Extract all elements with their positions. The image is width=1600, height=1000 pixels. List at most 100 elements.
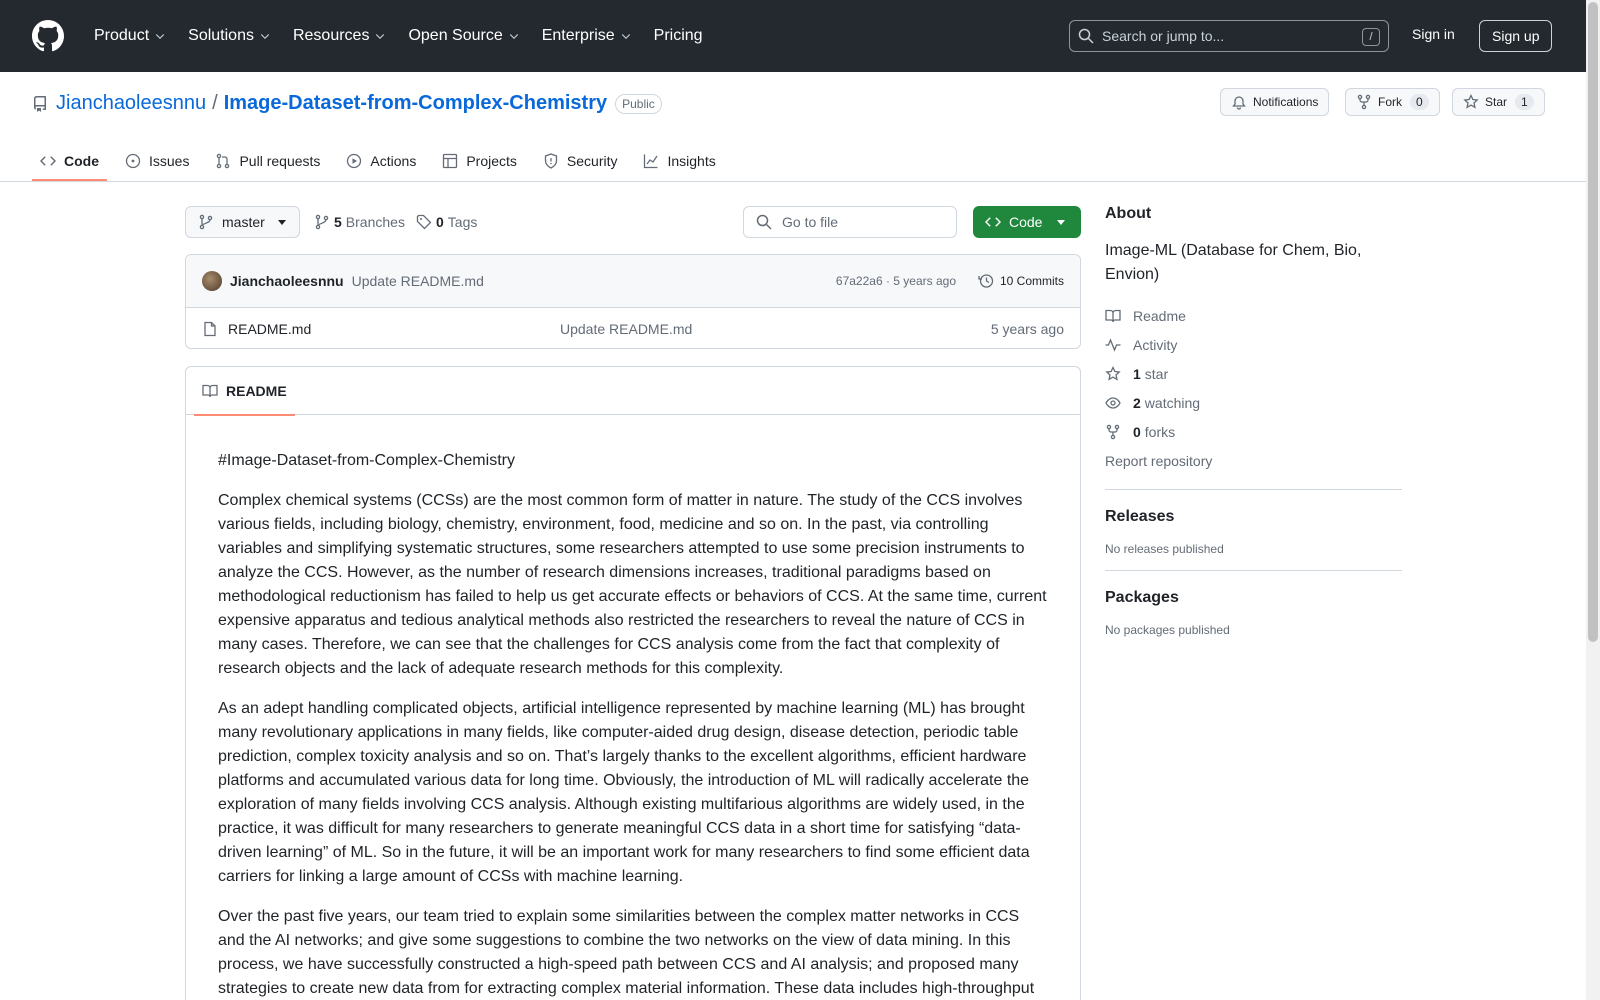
go-to-file-input[interactable]: Go to file bbox=[743, 206, 957, 238]
star-count: 1 bbox=[1515, 94, 1534, 110]
nav-open-source[interactable]: Open Source bbox=[400, 27, 527, 45]
tab-label: Insights bbox=[667, 153, 716, 169]
packages-empty-text: No packages published bbox=[1105, 623, 1230, 637]
stars-count: 1 bbox=[1133, 365, 1141, 382]
fork-button[interactable]: Fork 0 bbox=[1345, 88, 1440, 116]
shield-icon bbox=[544, 153, 558, 169]
chevron-down-icon bbox=[509, 34, 518, 40]
book-icon bbox=[1105, 309, 1121, 322]
nav-enterprise[interactable]: Enterprise bbox=[534, 27, 640, 45]
watching-count: 2 bbox=[1133, 394, 1141, 411]
scrollbar-thumb[interactable] bbox=[1588, 2, 1598, 642]
nav-solutions[interactable]: Solutions bbox=[180, 27, 279, 45]
readme-tab[interactable]: README bbox=[194, 367, 295, 416]
watchers-link[interactable]: 2 watching bbox=[1105, 388, 1402, 417]
latest-commit-row: Jianchaoleesnnu Update README.md 67a22a6… bbox=[186, 255, 1080, 308]
branches-label: Branches bbox=[345, 214, 405, 230]
nav-pricing[interactable]: Pricing bbox=[646, 27, 711, 45]
branch-icon bbox=[199, 214, 213, 230]
branches-link[interactable]: 5 Branches bbox=[314, 214, 405, 230]
commit-author-link[interactable]: Jianchaoleesnnu bbox=[230, 273, 344, 289]
signup-button[interactable]: Sign up bbox=[1479, 20, 1553, 52]
stars-link[interactable]: 1 star bbox=[1105, 359, 1402, 388]
repo-owner-link[interactable]: Jianchaoleesnnu bbox=[56, 92, 206, 115]
tab-label: Pull requests bbox=[239, 153, 321, 169]
tab-insights[interactable]: Insights bbox=[635, 142, 723, 180]
caret-down-icon bbox=[1057, 220, 1066, 225]
tab-security[interactable]: Security bbox=[535, 142, 626, 180]
issue-icon bbox=[125, 153, 141, 169]
repo-separator: / bbox=[212, 92, 218, 114]
search-input[interactable]: Search or jump to... / bbox=[1069, 20, 1389, 52]
notifications-button[interactable]: Notifications bbox=[1220, 88, 1330, 116]
tag-icon bbox=[416, 214, 432, 230]
activity-link-label: Activity bbox=[1133, 336, 1178, 353]
fork-icon bbox=[1106, 424, 1120, 439]
tab-projects[interactable]: Projects bbox=[434, 142, 525, 180]
readme-paragraph: Over the past five years, our team tried… bbox=[218, 908, 1035, 997]
code-icon bbox=[985, 217, 1001, 227]
eye-icon bbox=[1105, 396, 1121, 409]
file-name-link[interactable]: README.md bbox=[228, 321, 311, 337]
tab-issues[interactable]: Issues bbox=[117, 142, 197, 180]
star-icon bbox=[1105, 365, 1121, 381]
tab-actions[interactable]: Actions bbox=[338, 142, 424, 180]
about-title: About bbox=[1105, 205, 1152, 222]
readme-paragraph: Complex chemical systems (CCSs) are the … bbox=[218, 492, 1047, 677]
stars-label: star bbox=[1144, 365, 1169, 382]
chevron-down-icon bbox=[376, 34, 385, 40]
code-dropdown-button[interactable]: Code bbox=[973, 206, 1081, 238]
activity-link[interactable]: Activity bbox=[1105, 330, 1402, 359]
nav-product[interactable]: Product bbox=[86, 27, 174, 45]
fork-icon bbox=[1357, 94, 1371, 110]
signin-link[interactable]: Sign in bbox=[1412, 26, 1455, 42]
caret-down-icon bbox=[277, 220, 286, 225]
file-list: Jianchaoleesnnu Update README.md 67a22a6… bbox=[185, 254, 1081, 349]
search-shortcut-key: / bbox=[1362, 28, 1380, 46]
commit-message-link[interactable]: Update README.md bbox=[352, 273, 484, 289]
graph-icon bbox=[644, 154, 659, 169]
nav-label: Pricing bbox=[653, 27, 703, 44]
forks-count: 0 bbox=[1133, 423, 1141, 440]
tab-label: Security bbox=[566, 153, 618, 169]
tab-pull-requests[interactable]: Pull requests bbox=[207, 142, 328, 180]
star-icon bbox=[1463, 94, 1479, 109]
star-button[interactable]: Star 1 bbox=[1452, 88, 1545, 116]
file-commit-message-link[interactable]: Update README.md bbox=[560, 321, 692, 337]
nav-resources[interactable]: Resources bbox=[285, 27, 394, 45]
go-to-file-placeholder: Go to file bbox=[782, 214, 839, 230]
readme-content: #Image-Dataset-from-Complex-Chemistry Co… bbox=[186, 415, 1080, 1000]
file-commit-time: 5 years ago bbox=[990, 321, 1064, 337]
releases-title[interactable]: Releases bbox=[1105, 508, 1402, 526]
forks-link[interactable]: 0 forks bbox=[1105, 417, 1402, 446]
pull-request-icon bbox=[217, 153, 230, 169]
repo-header: Jianchaoleesnnu / Image-Dataset-from-Com… bbox=[0, 72, 1600, 182]
branches-count: 5 bbox=[334, 214, 342, 230]
book-icon bbox=[202, 384, 218, 398]
packages-title[interactable]: Packages bbox=[1105, 589, 1402, 607]
visibility-badge: Public bbox=[615, 93, 662, 114]
notifications-label: Notifications bbox=[1253, 95, 1319, 109]
file-icon bbox=[204, 321, 216, 337]
commits-link[interactable]: 10 Commits bbox=[978, 273, 1064, 289]
report-repository-link[interactable]: Report repository bbox=[1105, 446, 1402, 475]
readme-link-label: Readme bbox=[1133, 307, 1186, 324]
branch-select-button[interactable]: master bbox=[185, 206, 300, 238]
pulse-icon bbox=[1105, 337, 1121, 352]
chevron-down-icon bbox=[260, 34, 270, 40]
tags-link[interactable]: 0 Tags bbox=[416, 214, 477, 230]
repo-title: Jianchaoleesnnu / Image-Dataset-from-Com… bbox=[32, 92, 662, 115]
github-logo-icon[interactable] bbox=[32, 20, 64, 52]
repo-name-link[interactable]: Image-Dataset-from-Complex-Chemistry bbox=[224, 92, 607, 115]
history-icon bbox=[978, 274, 994, 288]
top-nav: Product Solutions Resources Open Source … bbox=[86, 27, 717, 45]
watching-label: watching bbox=[1144, 394, 1201, 411]
readme-link[interactable]: Readme bbox=[1105, 301, 1402, 330]
branch-name: master bbox=[222, 214, 265, 230]
avatar[interactable] bbox=[202, 271, 222, 291]
page-scrollbar[interactable] bbox=[1586, 0, 1600, 1000]
search-placeholder: Search or jump to... bbox=[1102, 28, 1225, 44]
commit-hash-time[interactable]: 67a22a6 · 5 years ago bbox=[836, 274, 956, 288]
tab-code[interactable]: Code bbox=[32, 142, 107, 181]
top-header: Product Solutions Resources Open Source … bbox=[0, 0, 1600, 72]
